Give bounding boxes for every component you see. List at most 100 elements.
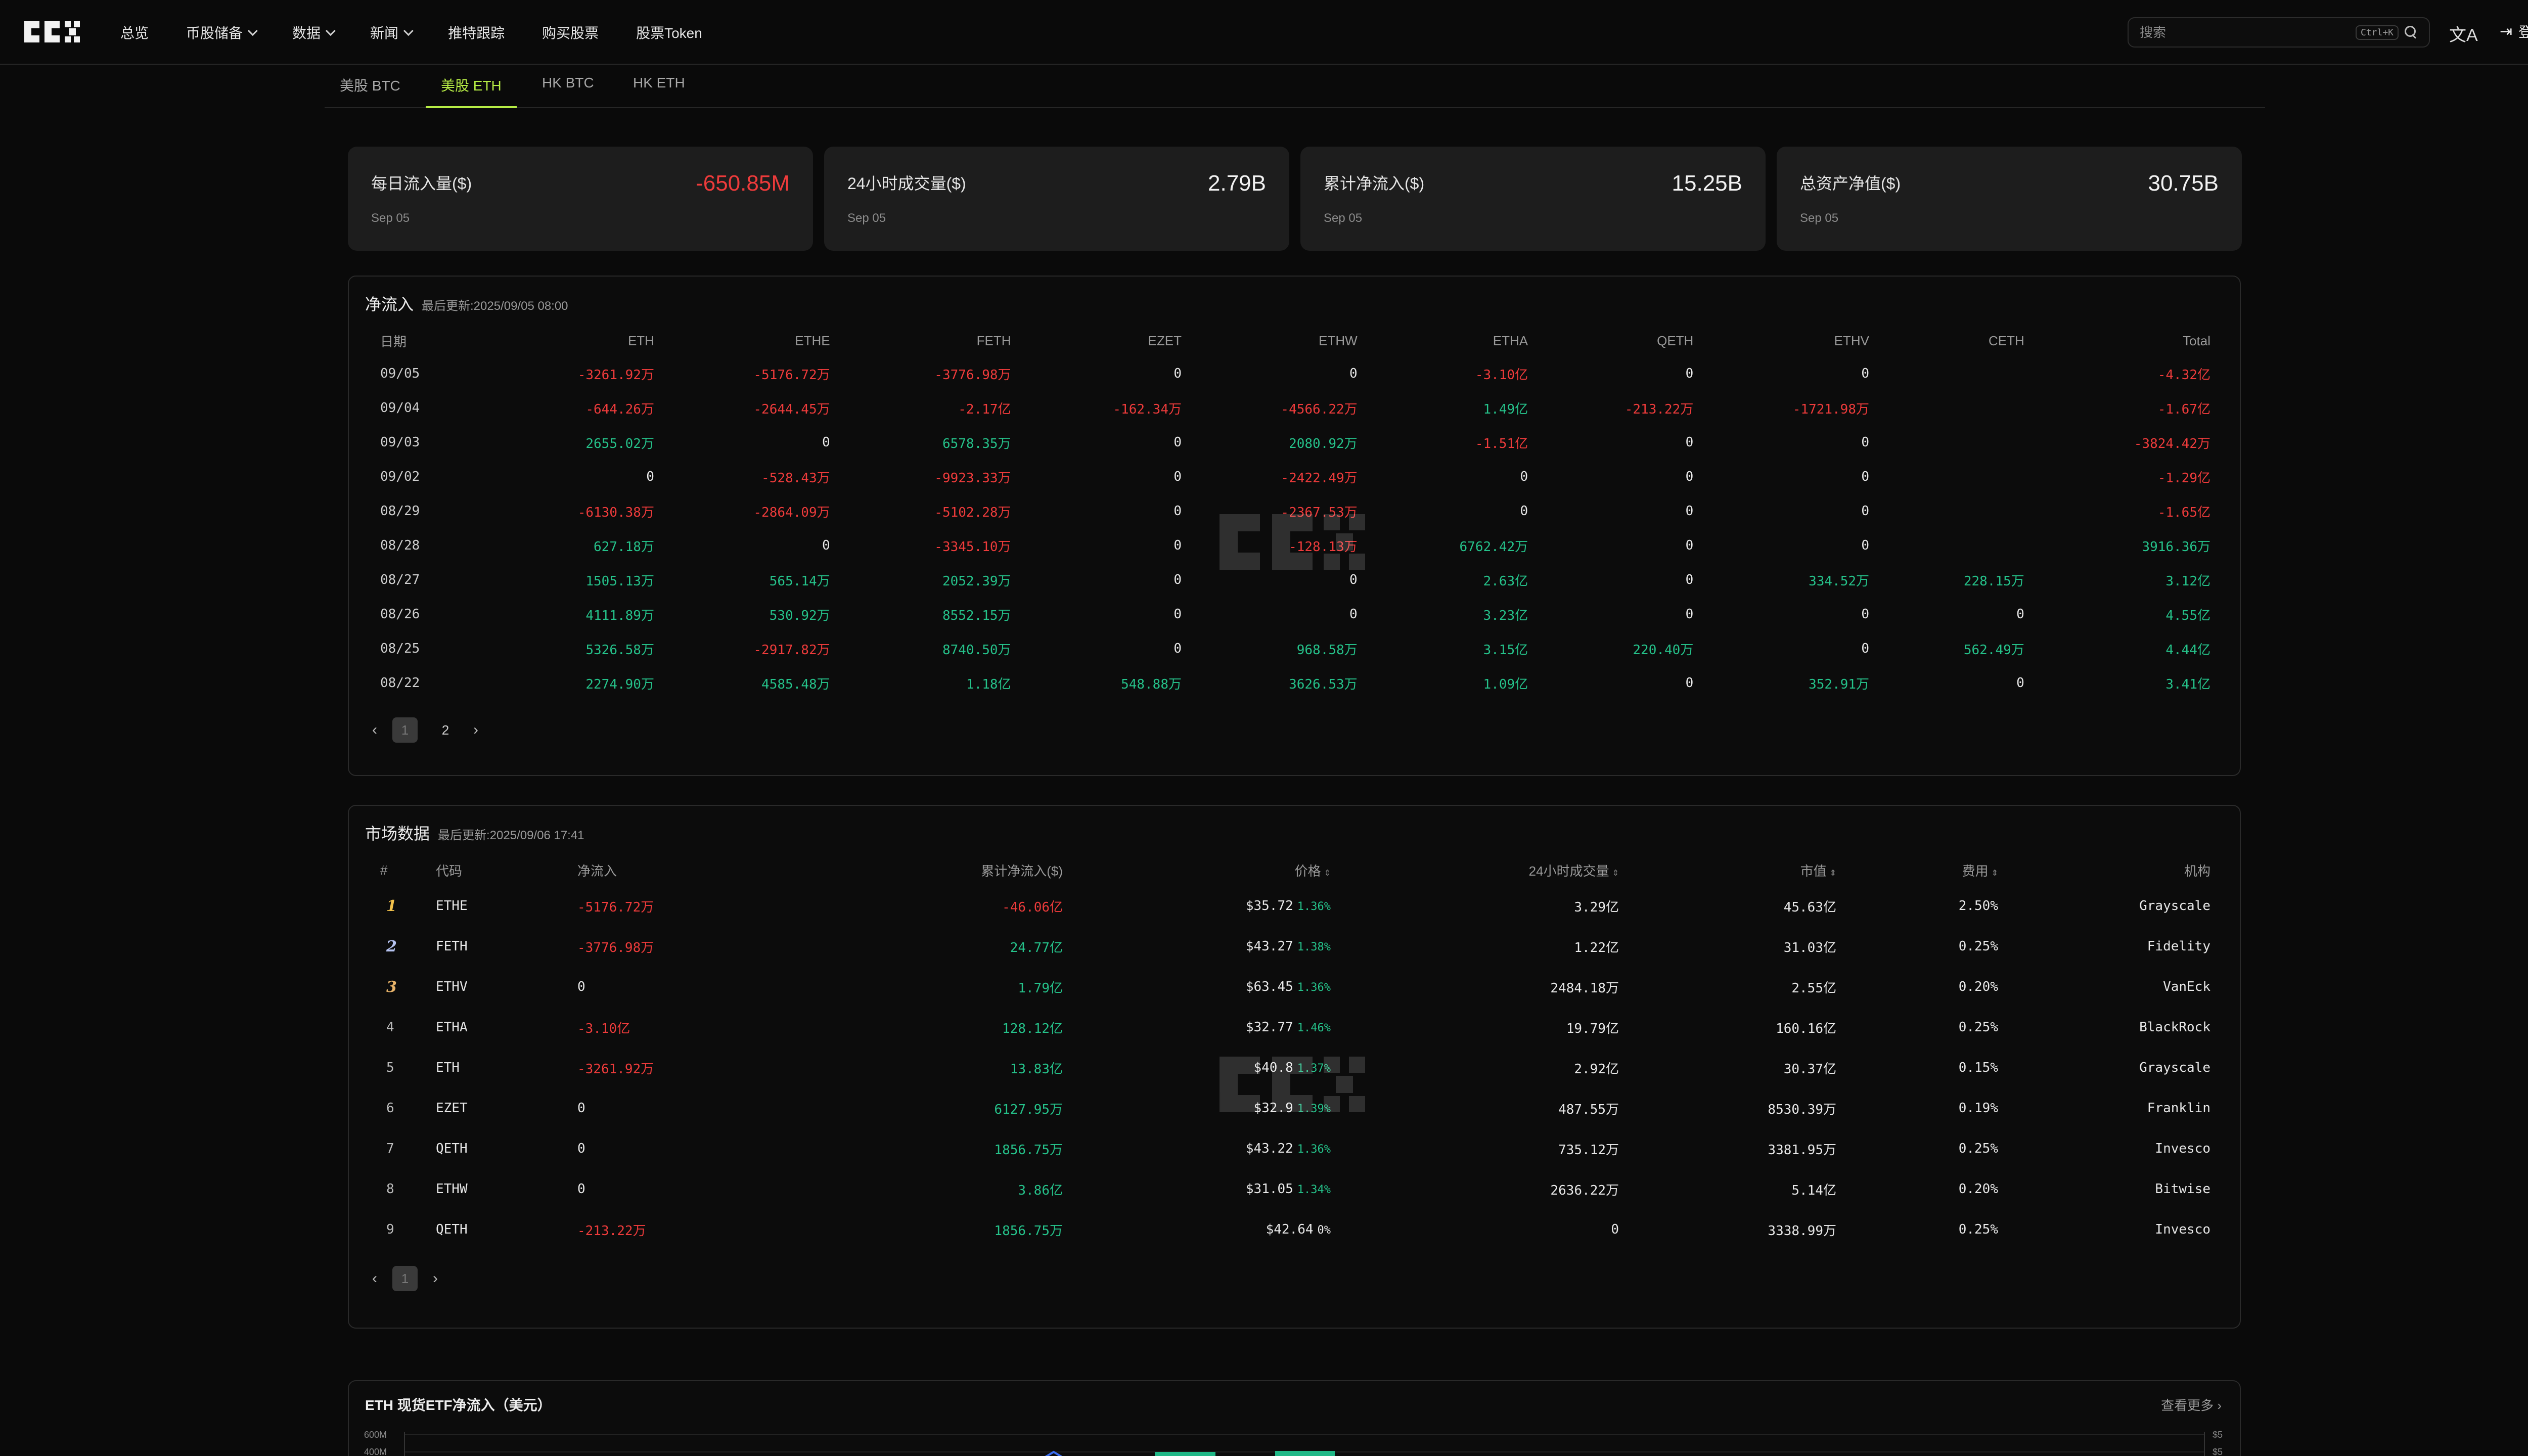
nav-item-6[interactable]: 股票Token	[636, 22, 702, 42]
date-cell: 08/22	[380, 675, 420, 691]
nav-item-1[interactable]: 币股储备	[186, 22, 258, 42]
table-row[interactable]: 8 ETHW 0 3.86亿 $31.05 1.34% 2636.22万 5.14亿 0.20%…	[380, 1169, 2210, 1209]
tab-hk-btc[interactable]: HK BTC	[542, 75, 594, 102]
search-input[interactable]	[2140, 24, 2356, 40]
flow-cell: -1.29亿	[2157, 470, 2210, 486]
nav-item-2[interactable]: 数据	[292, 22, 336, 42]
market-column-header[interactable]: 市值 ⇕	[1619, 854, 1836, 886]
table-row[interactable]: 2 FETH -3776.98万 24.77亿 $43.27 1.38% 1.22亿 31.0…	[380, 926, 2210, 967]
flow-cell: 0	[1685, 607, 1694, 622]
date-cell: 09/03	[380, 435, 420, 450]
vol-cell: 3.29亿	[1574, 899, 1619, 915]
flow-cell	[1869, 356, 2024, 391]
fee-cell: 0.15%	[1958, 1060, 1998, 1075]
rank-cell: 9	[380, 1209, 436, 1250]
flow-cell: -6130.38万	[577, 505, 654, 520]
table-row[interactable]: 4 ETHA -3.10亿 128.12亿 $32.77 1.46% 19.79亿 160.1…	[380, 1007, 2210, 1048]
page-button-1[interactable]: 1	[392, 1266, 418, 1291]
eth-etf-netflow-chart-panel: ETH 现货ETF净流入（美元） 查看更多 › 600M 400M $5 $5	[348, 1380, 2241, 1456]
flow-cell: 2274.90万	[585, 676, 654, 692]
next-page-icon[interactable]: ›	[433, 1270, 438, 1287]
fee-cell: 2.50%	[1958, 898, 1998, 914]
flow-cell: 3916.36万	[2142, 539, 2210, 555]
netflow-cell: -3776.98万	[577, 940, 654, 956]
flow-cell: 530.92万	[769, 608, 830, 623]
table-row[interactable]: 7 QETH 0 1856.75万 $43.22 1.36% 735.12万 3381.95万…	[380, 1128, 2210, 1169]
mcap-cell: 3338.99万	[1768, 1223, 1836, 1239]
date-cell: 08/26	[380, 607, 420, 622]
price-cell: $31.05 1.34%	[1063, 1169, 1331, 1209]
nav-item-4[interactable]: 推特跟踪	[448, 22, 505, 42]
nav-item-label: 数据	[292, 25, 321, 41]
issuer-cell: Franklin	[2147, 1101, 2210, 1116]
search-box[interactable]: Ctrl+K	[2128, 17, 2430, 48]
netflow-column-header: ETHE	[795, 333, 830, 348]
netflow-column-header: ETHA	[1493, 333, 1528, 348]
cum-cell: 1.79亿	[1018, 980, 1063, 996]
cum-cell: 13.83亿	[1010, 1061, 1063, 1077]
flow-cell: 562.49万	[1963, 642, 2024, 658]
login-button[interactable]: ⇥ 登录	[2500, 21, 2528, 41]
sort-icon[interactable]: ⇕	[1830, 869, 1836, 878]
netflow-cell: 0	[577, 1141, 585, 1156]
nav-item-5[interactable]: 购买股票	[542, 22, 599, 42]
prev-page-icon[interactable]: ‹	[372, 1270, 377, 1287]
flow-cell: 565.14万	[769, 573, 830, 589]
tab-hk-eth[interactable]: HK ETH	[633, 75, 685, 102]
flow-cell: 0	[1685, 366, 1694, 381]
date-cell: 08/28	[380, 538, 420, 553]
sort-icon[interactable]: ⇕	[1324, 869, 1331, 878]
rank-number: 6	[386, 1101, 394, 1116]
flow-cell: 228.15万	[1963, 573, 2024, 589]
code-cell: ETHW	[436, 1181, 468, 1197]
table-row[interactable]: 9 QETH -213.22万 1856.75万 $42.64 0% 0 3338.99万 0.…	[380, 1209, 2210, 1250]
search-icon[interactable]	[2405, 26, 2418, 39]
issuer-cell: Invesco	[2155, 1222, 2210, 1237]
flow-cell: 0	[1520, 469, 1528, 484]
mcap-cell: 30.37亿	[1783, 1061, 1836, 1077]
flow-cell: 0	[1685, 469, 1694, 484]
prev-page-icon[interactable]: ‹	[372, 721, 377, 739]
price-value: $32.77	[1245, 1020, 1293, 1035]
rank-number: 4	[386, 1020, 394, 1035]
vol-cell: 487.55万	[1558, 1102, 1619, 1117]
flow-cell: 2.63亿	[1483, 573, 1528, 589]
sort-icon[interactable]: ⇕	[1612, 869, 1619, 878]
nav-item-label: 推特跟踪	[448, 25, 505, 41]
flow-cell: -644.26万	[585, 401, 654, 417]
flow-cell: -528.43万	[761, 470, 830, 486]
cum-cell: -46.06亿	[1002, 899, 1063, 915]
market-updated-time: 最后更新:2025/09/06 17:41	[438, 829, 584, 842]
market-column-header[interactable]: 价格 ⇕	[1063, 854, 1331, 886]
tab-us-btc[interactable]: 美股 BTC	[340, 75, 400, 106]
language-translate-icon[interactable]: 文A	[2449, 21, 2478, 46]
site-logo[interactable]	[24, 21, 80, 42]
price-cell: $63.45 1.36%	[1063, 967, 1331, 1007]
flow-cell: 2080.92万	[1289, 436, 1358, 451]
cum-cell: 6127.95万	[994, 1102, 1063, 1117]
flow-cell: 0	[1173, 572, 1182, 587]
code-cell: ETHE	[436, 898, 468, 914]
page-button-2[interactable]: 2	[433, 717, 458, 743]
nav-item-3[interactable]: 新闻	[370, 22, 414, 42]
price-change-percent: 1.38%	[1297, 941, 1331, 953]
table-row[interactable]: 3 ETHV 0 1.79亿 $63.45 1.36% 2484.18万 2.55亿 0.20%…	[380, 967, 2210, 1007]
table-row[interactable]: 1 ETHE -5176.72万 -46.06亿 $35.72 1.36% 3.29亿 45.…	[380, 886, 2210, 926]
price-value: $31.05	[1245, 1181, 1293, 1197]
flow-cell: -3824.42万	[2134, 436, 2210, 451]
stat-date: Sep 05	[1800, 211, 1839, 225]
flow-cell: -2422.49万	[1281, 470, 1358, 486]
code-cell: ETHV	[436, 979, 468, 994]
page-button-1[interactable]: 1	[392, 717, 418, 743]
sort-icon[interactable]: ⇕	[1992, 869, 1998, 878]
tab-us-eth[interactable]: 美股 ETH	[426, 75, 517, 108]
nav-item-0[interactable]: 总览	[120, 22, 149, 42]
market-column-header[interactable]: 费用 ⇕	[1836, 854, 1998, 886]
flow-cell: 2655.02万	[585, 436, 654, 451]
flow-cell	[1869, 528, 2024, 563]
next-page-icon[interactable]: ›	[473, 721, 478, 739]
price-value: $43.22	[1245, 1141, 1293, 1156]
y-tick-right-1: $5	[2213, 1447, 2223, 1456]
issuer-cell: Bitwise	[2155, 1181, 2210, 1197]
market-column-header[interactable]: 24小时成交量 ⇕	[1331, 854, 1619, 886]
